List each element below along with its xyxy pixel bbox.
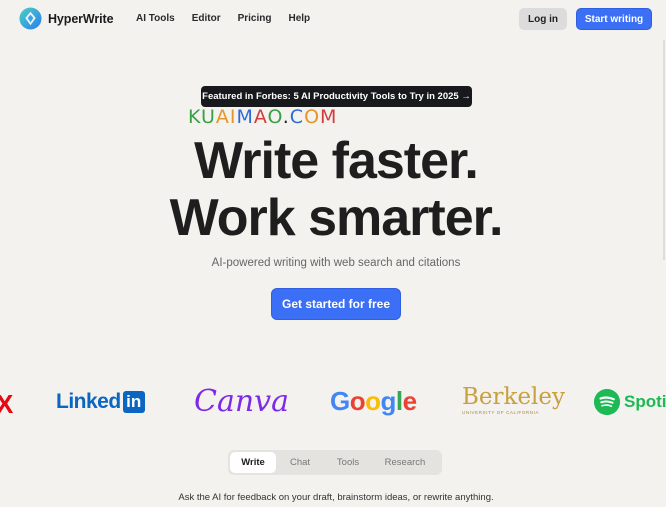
hyperwrite-logo-icon bbox=[19, 7, 42, 30]
google-logo-letter: o bbox=[365, 386, 381, 416]
tab-research[interactable]: Research bbox=[372, 452, 438, 473]
watermark-logo: KUAIMAO.COM bbox=[188, 106, 338, 128]
login-button[interactable]: Log in bbox=[519, 8, 567, 30]
google-logo-letter: g bbox=[380, 386, 397, 416]
spotify-logo: Spotif bbox=[594, 389, 666, 415]
google-logo-letter: e bbox=[402, 386, 417, 416]
nav-link-ai-tools[interactable]: AI Tools bbox=[136, 13, 175, 24]
nav-link-help[interactable]: Help bbox=[289, 13, 311, 24]
netflix-logo-partial: X bbox=[0, 389, 14, 419]
feature-tagline: Ask the AI for feedback on your draft, b… bbox=[178, 492, 494, 503]
page: HyperWrite AI Tools Editor Pricing Help … bbox=[0, 0, 666, 507]
berkeley-logo-subtext: UNIVERSITY OF CALIFORNIA bbox=[462, 410, 540, 415]
spotify-icon bbox=[594, 389, 620, 415]
hero-headline-line-2: Work smarter. bbox=[169, 189, 504, 247]
hero-headline-line-1: Write faster. bbox=[194, 132, 479, 190]
berkeley-logo-text: Berkeley bbox=[462, 384, 566, 410]
brand-name: HyperWrite bbox=[48, 11, 114, 26]
nav-links: AI Tools Editor Pricing Help bbox=[136, 13, 327, 24]
tab-chat[interactable]: Chat bbox=[276, 452, 324, 473]
top-nav: HyperWrite AI Tools Editor Pricing Help … bbox=[0, 0, 666, 40]
start-writing-button[interactable]: Start writing bbox=[576, 8, 652, 30]
brand[interactable]: HyperWrite bbox=[19, 7, 114, 30]
customer-logos-strip: X Linked in Canva Google Berkeley UNIVER… bbox=[0, 380, 666, 424]
linkedin-logo: Linked in bbox=[56, 390, 145, 414]
google-logo-letter: l bbox=[395, 386, 403, 416]
spotify-logo-text: Spotif bbox=[624, 392, 666, 411]
hero-headline: Write faster. Work smarter. bbox=[0, 133, 666, 247]
forbes-announcement-pill[interactable]: Featured in Forbes: 5 AI Productivity To… bbox=[201, 86, 472, 107]
tab-tools[interactable]: Tools bbox=[324, 452, 372, 473]
google-logo-letter: o bbox=[349, 386, 366, 416]
nav-link-pricing[interactable]: Pricing bbox=[238, 13, 272, 24]
linkedin-logo-text: Linked bbox=[56, 390, 121, 413]
berkeley-logo: Berkeley UNIVERSITY OF CALIFORNIA bbox=[462, 385, 565, 415]
hero-subtitle: AI-powered writing with web search and c… bbox=[211, 257, 461, 269]
nav-link-editor[interactable]: Editor bbox=[192, 13, 221, 24]
get-started-button[interactable]: Get started for free bbox=[271, 288, 401, 320]
canva-logo: Canva bbox=[194, 384, 289, 419]
linkedin-logo-box: in bbox=[122, 391, 145, 413]
feature-tabs: Write Chat Tools Research bbox=[228, 450, 442, 475]
google-logo: Google bbox=[330, 386, 417, 417]
google-logo-letter: G bbox=[330, 386, 350, 416]
tab-write[interactable]: Write bbox=[230, 452, 276, 473]
